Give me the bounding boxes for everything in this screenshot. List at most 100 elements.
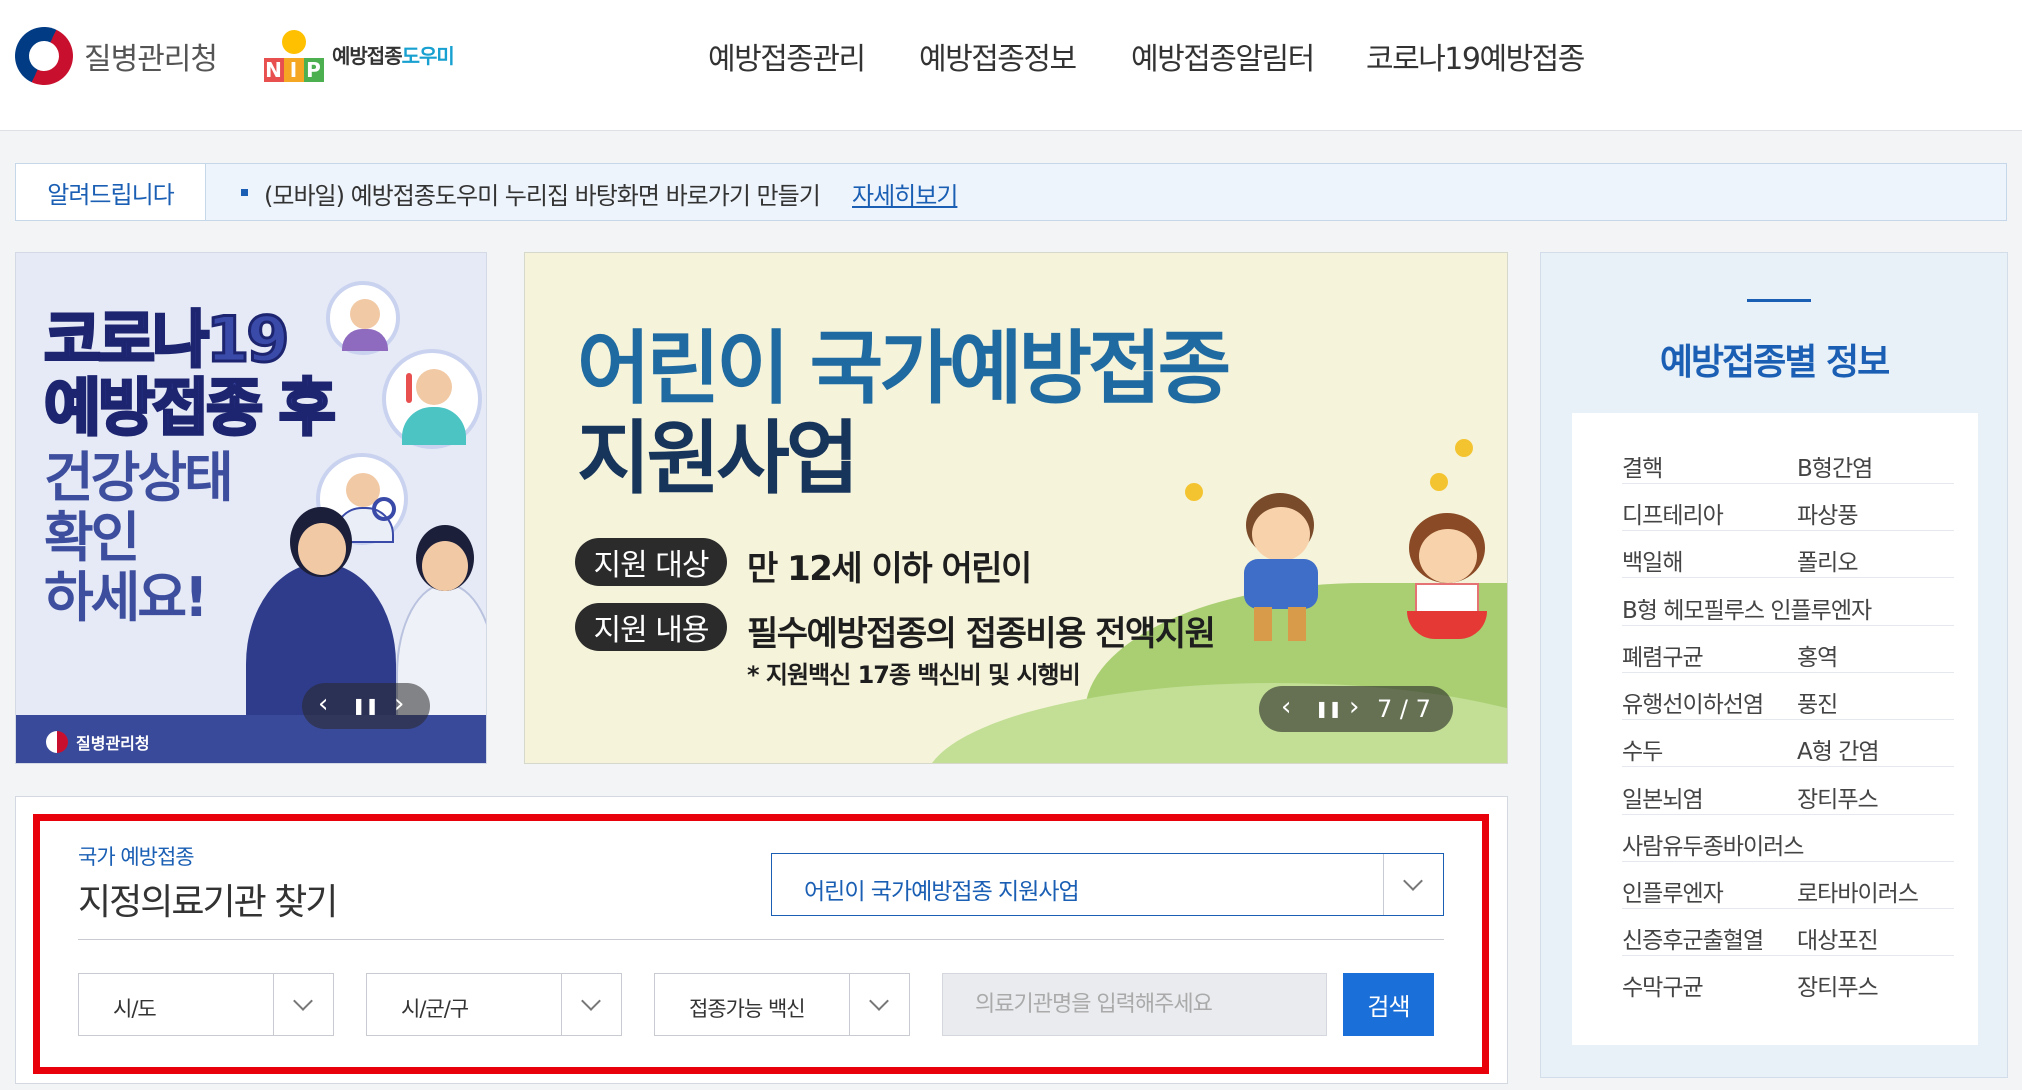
vaccine-link[interactable]: 로타바이러스 xyxy=(1797,874,1919,908)
content-text: 필수예방접종의 접종비용 전액지원 xyxy=(747,614,1216,654)
sun-icon xyxy=(282,30,306,54)
search-subtitle: 국가 예방접종 xyxy=(78,845,195,869)
vaccine-link[interactable]: B형간염 xyxy=(1797,449,1873,483)
nav-vaccination-notice[interactable]: 예방접종알림터 xyxy=(1131,34,1315,78)
nav-vaccination-info[interactable]: 예방접종정보 xyxy=(919,34,1077,78)
vaccine-link[interactable]: 결핵 xyxy=(1622,449,1663,483)
vaccine-link[interactable]: 풍진 xyxy=(1797,685,1838,719)
target-label-pill: 지원 대상 xyxy=(575,538,727,586)
nav-vaccination-management[interactable]: 예방접종관리 xyxy=(708,34,866,78)
slide-counter: 7 / 7 xyxy=(1377,695,1431,723)
vaccine-row: 결핵 B형간염 xyxy=(1622,437,1954,484)
kdca-emblem-icon xyxy=(46,731,68,753)
flower-icon xyxy=(1455,439,1473,457)
vaccine-row: 수막구균 장티푸스 xyxy=(1622,956,1954,1003)
divider xyxy=(78,939,1444,940)
boy-illustration xyxy=(1240,493,1320,641)
vaccine-link[interactable]: 대상포진 xyxy=(1797,921,1879,955)
main-banner-controls: ‹ ❚❚ › 7 / 7 xyxy=(1259,686,1453,732)
thermometer-person-icon xyxy=(382,349,482,449)
banner-line: 코로나19 xyxy=(42,303,290,376)
banner-line: 하세요! xyxy=(44,566,209,629)
content-label-pill: 지원 내용 xyxy=(575,603,727,651)
program-select-value: 어린이 국가예방접종 지원사업 xyxy=(804,879,1080,905)
vaccine-link[interactable]: 인플루엔자 xyxy=(1622,874,1724,908)
bullet-icon xyxy=(241,189,248,196)
nip-letters: NIP xyxy=(264,58,324,82)
banner-line: 확인 xyxy=(44,506,140,569)
notice-text[interactable]: (모바일) 예방접종도우미 누리집 바탕화면 바로가기 만들기 xyxy=(264,176,821,211)
notice-bar: 알려드립니다 (모바일) 예방접종도우미 누리집 바탕화면 바로가기 만들기 자… xyxy=(15,163,2007,221)
flower-icon xyxy=(1430,473,1448,491)
province-select-value: 시/도 xyxy=(113,997,157,1021)
search-title: 지정의료기관 찾기 xyxy=(78,882,338,923)
vaccine-link[interactable]: 수막구균 xyxy=(1622,968,1704,1002)
kdca-emblem-icon[interactable] xyxy=(5,17,83,95)
person-mask-icon xyxy=(326,281,400,355)
prev-arrow-icon[interactable]: ‹ xyxy=(1281,692,1291,722)
vaccine-row: 사람유두종바이러스 xyxy=(1622,815,1954,862)
banner-title-line1: 어린이 국가예방접종 xyxy=(577,322,1231,415)
prev-arrow-icon[interactable]: ‹ xyxy=(318,689,328,719)
vaccine-row: 일본뇌염 장티푸스 xyxy=(1622,768,1954,815)
vaccine-link[interactable]: 장티푸스 xyxy=(1797,780,1879,814)
vaccine-link[interactable]: 신증후군출혈열 xyxy=(1622,921,1764,955)
banner-note: * 지원백신 17종 백신비 및 시행비 xyxy=(747,661,1081,689)
nip-logo[interactable]: NIP xyxy=(262,22,328,82)
program-select[interactable]: 어린이 국가예방접종 지원사업 xyxy=(771,853,1444,916)
vaccine-row: 백일해 폴리오 xyxy=(1622,531,1954,578)
vaccine-link[interactable]: 일본뇌염 xyxy=(1622,780,1704,814)
vaccine-link[interactable]: 폐렴구균 xyxy=(1622,638,1704,672)
vaccine-link[interactable]: B형 헤모필루스 인플루엔자 xyxy=(1622,591,1872,625)
nip-title[interactable]: 예방접종도우미 xyxy=(332,40,455,69)
flower-icon xyxy=(1185,483,1203,501)
vaccine-row: 디프테리아 파상풍 xyxy=(1622,484,1954,531)
pause-icon[interactable]: ❚❚ xyxy=(1315,699,1342,718)
next-arrow-icon[interactable]: › xyxy=(394,689,404,719)
chevron-down-icon[interactable] xyxy=(1383,854,1443,915)
vaccine-link[interactable]: 파상풍 xyxy=(1797,496,1858,530)
vaccine-row: 폐렴구균 홍역 xyxy=(1622,626,1954,673)
chevron-down-icon[interactable] xyxy=(273,974,333,1035)
vaccine-select-value: 접종가능 백신 xyxy=(689,997,806,1021)
banner-title-line2: 지원사업 xyxy=(577,412,859,505)
district-select-value: 시/군/구 xyxy=(401,997,469,1021)
chevron-down-icon[interactable] xyxy=(561,974,621,1035)
banner-line: 건강상태 xyxy=(44,446,234,509)
notice-label: 알려드립니다 xyxy=(16,164,206,220)
vaccine-row: 유행선이하선염 풍진 xyxy=(1622,673,1954,720)
next-arrow-icon[interactable]: › xyxy=(1349,692,1359,722)
vaccine-link[interactable]: 수두 xyxy=(1622,732,1663,766)
vaccine-info-title: 예방접종별 정보 xyxy=(1659,342,1890,383)
pause-icon[interactable]: ❚❚ xyxy=(352,696,379,715)
vaccine-row: 수두 A형 간염 xyxy=(1622,720,1954,767)
vaccine-info-panel: 예방접종별 정보 결핵 B형간염 디프테리아 파상풍 백일해 폴리오 B형 헤모필루스… xyxy=(1540,252,2008,1078)
vaccine-link[interactable]: 디프테리아 xyxy=(1622,496,1724,530)
vaccine-list: 결핵 B형간염 디프테리아 파상풍 백일해 폴리오 B형 헤모필루스 인플루엔자 폐렴… xyxy=(1572,413,1978,1045)
vaccine-select[interactable]: 접종가능 백신 xyxy=(654,973,910,1036)
vaccine-link[interactable]: 장티푸스 xyxy=(1797,968,1879,1002)
chevron-down-icon[interactable] xyxy=(849,974,909,1035)
vaccine-link[interactable]: 홍역 xyxy=(1797,638,1838,672)
banner-line: 예방접종 후 xyxy=(43,371,338,444)
vaccine-link[interactable]: 백일해 xyxy=(1622,543,1683,577)
target-text: 만 12세 이하 어린이 xyxy=(747,549,1032,589)
banner-footer-org: 질병관리청 xyxy=(76,734,150,753)
vaccine-link[interactable]: 유행선이하선염 xyxy=(1622,685,1764,719)
vaccine-row: B형 헤모필루스 인플루엔자 xyxy=(1622,579,1954,626)
vaccine-link[interactable]: A형 간염 xyxy=(1797,732,1880,766)
title-accent-line xyxy=(1747,299,1811,302)
girl-illustration xyxy=(1405,513,1489,653)
site-header: 질병관리청 NIP 예방접종도우미 예방접종관리 예방접종정보 예방접종알림터 … xyxy=(0,0,2022,131)
clinic-name-input[interactable] xyxy=(942,973,1327,1036)
vaccine-row: 신증후군출혈열 대상포진 xyxy=(1622,909,1954,956)
nav-covid19-vaccination[interactable]: 코로나19예방접종 xyxy=(1366,34,1585,78)
vaccine-link[interactable]: 폴리오 xyxy=(1797,543,1858,577)
kdca-name[interactable]: 질병관리청 xyxy=(84,34,218,78)
vaccine-row: 인플루엔자 로타바이러스 xyxy=(1622,862,1954,909)
district-select[interactable]: 시/군/구 xyxy=(366,973,622,1036)
province-select[interactable]: 시/도 xyxy=(78,973,334,1036)
notice-detail-link[interactable]: 자세히보기 xyxy=(852,176,958,211)
vaccine-link[interactable]: 사람유두종바이러스 xyxy=(1622,827,1804,861)
search-button[interactable]: 검색 xyxy=(1343,973,1434,1036)
